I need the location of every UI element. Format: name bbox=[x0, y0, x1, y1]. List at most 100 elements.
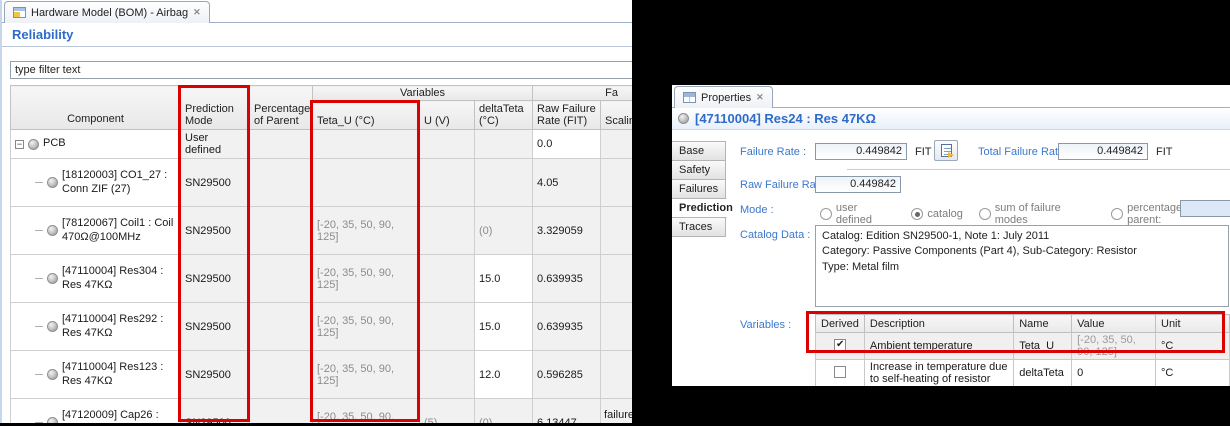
side-tab-base[interactable]: Base bbox=[672, 141, 726, 161]
col-header-u-v[interactable]: U (V) bbox=[420, 101, 475, 130]
tab-properties[interactable]: Properties ✕ bbox=[674, 86, 773, 108]
delta-teta-cell[interactable]: (0) bbox=[475, 399, 533, 424]
radio-icon[interactable] bbox=[1111, 208, 1123, 220]
delta-teta-cell[interactable]: 12.0 bbox=[475, 351, 533, 399]
percentage-of-parent-cell[interactable] bbox=[250, 351, 313, 399]
percentage-of-parent-cell[interactable] bbox=[250, 130, 313, 159]
vars-col-header-derived[interactable]: Derived bbox=[816, 315, 865, 333]
bom-row[interactable]: [18120003] CO1_27 : Conn ZIF (27)SN29500… bbox=[11, 159, 633, 207]
delta-teta-cell[interactable]: 15.0 bbox=[475, 303, 533, 351]
col-header-scaling[interactable]: Scaling bbox=[601, 101, 632, 130]
component-cell[interactable]: [47110004] Res292 : Res 47KΩ bbox=[11, 303, 181, 351]
scaling-cell[interactable] bbox=[601, 351, 632, 399]
bom-row[interactable]: [47120009] Cap26 : Cap 4.7nFSN29500 [-20,… bbox=[11, 399, 633, 424]
component-cell[interactable]: [47110004] Res304 : Res 47KΩ bbox=[11, 255, 181, 303]
component-cell[interactable]: [18120003] CO1_27 : Conn ZIF (27) bbox=[11, 159, 181, 207]
side-tab-failures[interactable]: Failures bbox=[672, 179, 726, 199]
scaling-cell[interactable] bbox=[601, 303, 632, 351]
scaling-cell[interactable] bbox=[601, 255, 632, 303]
raw-failure-rate-cell[interactable]: 4.05 bbox=[533, 159, 601, 207]
radio-icon[interactable] bbox=[979, 208, 991, 220]
teta-u-cell[interactable]: [-20, 35, 50, 90, 125] bbox=[313, 303, 420, 351]
side-tab-traces[interactable]: Traces bbox=[672, 217, 726, 237]
close-icon[interactable]: ✕ bbox=[756, 92, 764, 103]
delta-teta-cell[interactable]: 15.0 bbox=[475, 255, 533, 303]
vars-col-header-value[interactable]: Value bbox=[1072, 315, 1156, 333]
prediction-mode-cell[interactable]: SN29500 bbox=[181, 255, 250, 303]
total-failure-rate-field[interactable]: 0.449842 bbox=[1058, 143, 1148, 160]
col-header-prediction-mode[interactable]: Prediction Mode bbox=[181, 86, 250, 130]
derived-cell[interactable] bbox=[816, 333, 865, 360]
radio-icon[interactable] bbox=[911, 208, 923, 220]
component-cell[interactable]: [47120009] Cap26 : Cap 4.7nF bbox=[11, 399, 181, 424]
vars-col-header-unit[interactable]: Unit bbox=[1156, 315, 1230, 333]
vars-col-header-description[interactable]: Description bbox=[864, 315, 1013, 333]
percentage-of-parent-field[interactable] bbox=[1180, 200, 1230, 217]
col-header-raw-failure-rate[interactable]: Raw Failure Rate (FIT) bbox=[533, 101, 601, 130]
mode-option[interactable]: user defined bbox=[820, 202, 895, 226]
bom-row[interactable]: −PCBUser defined 0.0 bbox=[11, 130, 633, 159]
prediction-mode-cell[interactable]: SN29500 bbox=[181, 159, 250, 207]
col-header-component[interactable]: Component bbox=[11, 86, 181, 130]
side-tab-prediction[interactable]: Prediction bbox=[672, 198, 727, 218]
u-v-cell[interactable] bbox=[420, 255, 475, 303]
raw-failure-rate-cell[interactable]: 6.13447 bbox=[533, 399, 601, 424]
radio-icon[interactable] bbox=[820, 208, 832, 220]
scaling-cell[interactable] bbox=[601, 207, 632, 255]
close-icon[interactable]: ✕ bbox=[193, 7, 201, 18]
component-cell[interactable]: −PCB bbox=[11, 130, 181, 159]
col-header-percentage-of-parent[interactable]: Percentage of Parent bbox=[250, 86, 313, 130]
failure-rate-field[interactable]: 0.449842 bbox=[815, 143, 907, 160]
value-cell[interactable]: 0 bbox=[1072, 360, 1156, 387]
vars-col-header-name[interactable]: Name bbox=[1014, 315, 1072, 333]
component-cell[interactable]: [78120067] Coil1 : Coil 470Ω@100MHz bbox=[11, 207, 181, 255]
variables-row[interactable]: Ambient temperatureTeta_U[-20, 35, 50, 9… bbox=[816, 333, 1230, 360]
tree-expander-icon[interactable]: − bbox=[15, 140, 24, 149]
percentage-of-parent-cell[interactable] bbox=[250, 399, 313, 424]
description-cell[interactable]: Ambient temperature bbox=[864, 333, 1013, 360]
teta-u-cell[interactable] bbox=[313, 159, 420, 207]
prediction-mode-cell[interactable]: SN29500 bbox=[181, 207, 250, 255]
prediction-mode-cell[interactable]: User defined bbox=[181, 130, 250, 159]
percentage-of-parent-cell[interactable] bbox=[250, 303, 313, 351]
bom-row[interactable]: [47110004] Res123 : Res 47KΩSN29500[-20,… bbox=[11, 351, 633, 399]
prediction-mode-cell[interactable]: SN29500 bbox=[181, 303, 250, 351]
teta-u-cell[interactable]: [-20, 35, 50, 90, 125] bbox=[313, 255, 420, 303]
teta-u-cell[interactable]: [-20, 35, 50, 90, 125] bbox=[313, 207, 420, 255]
raw-failure-rate-cell[interactable]: 3.329059 bbox=[533, 207, 601, 255]
raw-failure-rate-cell[interactable]: 0.639935 bbox=[533, 255, 601, 303]
teta-u-cell[interactable] bbox=[313, 130, 420, 159]
side-tab-safety[interactable]: Safety bbox=[672, 160, 726, 180]
scaling-cell[interactable] bbox=[601, 159, 632, 207]
teta-u-cell[interactable]: [-20, 35, 50, 90, 125] bbox=[313, 399, 420, 424]
u-v-cell[interactable] bbox=[420, 351, 475, 399]
component-cell[interactable]: [47110004] Res123 : Res 47KΩ bbox=[11, 351, 181, 399]
scaling-cell[interactable]: failureR rawFail bbox=[601, 399, 632, 424]
derived-cell[interactable] bbox=[816, 360, 865, 387]
bom-row[interactable]: [47110004] Res304 : Res 47KΩSN29500 [-20,… bbox=[11, 255, 633, 303]
delta-teta-cell[interactable] bbox=[475, 130, 533, 159]
derived-checkbox[interactable] bbox=[834, 339, 846, 351]
bom-row[interactable]: [47110004] Res292 : Res 47KΩSN29500 [-20,… bbox=[11, 303, 633, 351]
prediction-mode-cell[interactable]: SN29500 bbox=[181, 399, 250, 424]
raw-failure-rate-cell[interactable]: 0.639935 bbox=[533, 303, 601, 351]
filter-input[interactable] bbox=[10, 61, 632, 79]
u-v-cell[interactable] bbox=[420, 130, 475, 159]
unit-cell[interactable]: °C bbox=[1156, 333, 1230, 360]
scaling-cell[interactable] bbox=[601, 130, 632, 159]
percentage-of-parent-cell[interactable] bbox=[250, 255, 313, 303]
raw-failure-rate-cell[interactable]: 0.0 bbox=[533, 130, 601, 159]
prediction-mode-cell[interactable]: SN29500 bbox=[181, 351, 250, 399]
col-header-teta-u[interactable]: Teta_U (°C) bbox=[313, 101, 420, 130]
col-header-delta-teta[interactable]: deltaTeta (°C) bbox=[475, 101, 533, 130]
derived-checkbox[interactable] bbox=[834, 366, 846, 378]
value-cell[interactable]: [-20, 35, 50, 90, 125] bbox=[1072, 333, 1156, 360]
delta-teta-cell[interactable]: (0) bbox=[475, 207, 533, 255]
raw-failure-rate-field[interactable]: 0.449842 bbox=[815, 176, 901, 193]
variables-row[interactable]: Increase in temperature due to self-heat… bbox=[816, 360, 1230, 387]
u-v-cell[interactable] bbox=[420, 303, 475, 351]
u-v-cell[interactable] bbox=[420, 159, 475, 207]
mode-option[interactable]: sum of failure modes bbox=[979, 202, 1095, 226]
unit-cell[interactable]: °C bbox=[1156, 360, 1230, 387]
catalog-data-box[interactable]: Catalog: Edition SN29500-1, Note 1: July… bbox=[815, 225, 1229, 307]
